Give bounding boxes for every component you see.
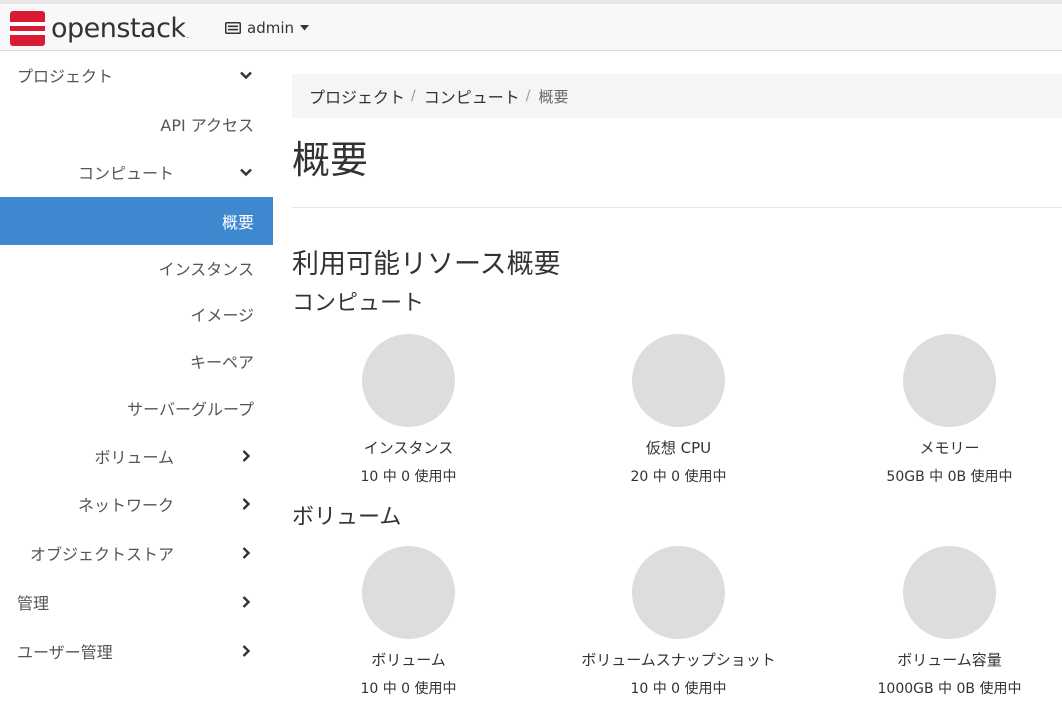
sidebar-item-compute[interactable]: コンピュート	[0, 148, 273, 196]
brand-name: openstack	[51, 12, 186, 44]
group-title-volume: ボリューム	[292, 505, 402, 530]
breadcrumb-separator: /	[525, 88, 531, 104]
chart-label: ボリューム容量	[897, 651, 1002, 669]
openstack-logo-icon	[10, 10, 45, 46]
chart-label: 仮想 CPU	[645, 439, 712, 457]
breadcrumb-item-project[interactable]: プロジェクト	[309, 84, 405, 108]
chevron-right-icon	[242, 645, 251, 657]
pie-chart-volume-snapshots	[632, 546, 725, 639]
chevron-right-icon	[242, 547, 251, 559]
sidebar-item-label: キーペア	[189, 353, 254, 372]
pie-chart-instances	[362, 334, 455, 427]
pie-chart-memory	[903, 334, 996, 427]
openstack-brand[interactable]: openstack .	[10, 10, 189, 46]
sidebar-item-label: プロジェクト	[17, 67, 114, 86]
sidebar-item-label: コンピュート	[77, 164, 174, 183]
pie-chart-volumes	[362, 546, 455, 639]
chevron-right-icon	[242, 498, 251, 510]
chart-volume-snapshots: ボリュームスナップショット 10 中 0 使用中	[562, 546, 802, 706]
sidebar-item-label: API アクセス	[160, 116, 254, 135]
group-title-compute: コンピュート	[292, 291, 425, 316]
chart-label: ボリュームスナップショット	[581, 651, 776, 669]
chevron-right-icon	[242, 450, 251, 462]
sidebar-item-network[interactable]: ネットワーク	[0, 480, 273, 528]
pie-chart-volume-storage	[903, 546, 996, 639]
chart-instances: インスタンス 10 中 0 使用中	[292, 334, 532, 494]
sidebar-item-label: イメージ	[190, 306, 254, 325]
breadcrumb-separator: /	[411, 88, 416, 104]
chart-usage: 10 中 0 使用中	[360, 681, 457, 697]
sidebar-item-label: 管理	[17, 594, 50, 613]
chart-label: インスタンス	[363, 439, 454, 457]
sidebar-item-volumes[interactable]: ボリューム	[0, 432, 273, 480]
sidebar-item-object-store[interactable]: オブジェクトストア	[0, 529, 273, 577]
sidebar-item-key-pairs[interactable]: キーペア	[0, 337, 273, 385]
chart-memory: メモリー 50GB 中 0B 使用中	[833, 334, 1062, 494]
brand-mark: .	[186, 32, 189, 40]
chart-usage: 10 中 0 使用中	[630, 681, 727, 697]
chart-vcpus: 仮想 CPU 20 中 0 使用中	[562, 334, 802, 494]
sidebar-item-identity[interactable]: ユーザー管理	[0, 627, 273, 675]
pie-chart-vcpus	[632, 334, 725, 427]
project-selector-dropdown[interactable]: admin	[225, 14, 309, 42]
sidebar-item-admin[interactable]: 管理	[0, 578, 273, 626]
chart-usage: 50GB 中 0B 使用中	[886, 469, 1013, 485]
sidebar-item-overview[interactable]: 概要	[0, 197, 273, 245]
sidebar-item-instances[interactable]: インスタンス	[0, 244, 273, 292]
sidebar-item-label: ユーザー管理	[17, 643, 113, 662]
sidebar-item-label: 概要	[221, 213, 254, 232]
breadcrumb-item-overview: 概要	[538, 87, 569, 106]
chart-volume-storage: ボリューム容量 1000GB 中 0B 使用中	[833, 546, 1062, 706]
sidebar-item-label: インスタンス	[158, 260, 254, 279]
sidebar-item-server-groups[interactable]: サーバーグループ	[0, 384, 273, 432]
chart-label: メモリー	[919, 439, 980, 457]
main-content: プロジェクト / コンピュート / 概要 概要 利用可能リソース概要 コンピュー…	[292, 51, 1062, 715]
chart-usage: 1000GB 中 0B 使用中	[877, 681, 1022, 697]
chevron-down-icon	[240, 168, 252, 177]
breadcrumb-item-compute[interactable]: コンピュート	[424, 84, 520, 108]
sidebar-item-images[interactable]: イメージ	[0, 290, 273, 338]
chart-usage: 20 中 0 使用中	[630, 469, 727, 485]
project-server-icon	[225, 22, 241, 34]
sidebar-item-api-access[interactable]: API アクセス	[0, 100, 273, 148]
chart-usage: 10 中 0 使用中	[360, 469, 457, 485]
chart-volumes: ボリューム 10 中 0 使用中	[292, 546, 532, 706]
caret-down-icon	[300, 25, 309, 31]
project-name: admin	[247, 19, 294, 37]
title-divider	[292, 207, 1062, 208]
page-title: 概要	[292, 138, 369, 182]
sidebar-nav: プロジェクト API アクセス コンピュート 概要 インスタンス イメージ キー…	[0, 51, 273, 715]
sidebar-item-project[interactable]: プロジェクト	[0, 51, 273, 99]
sidebar-item-label: ボリューム	[94, 448, 174, 467]
chart-label: ボリューム	[371, 651, 446, 669]
sidebar-item-label: ネットワーク	[77, 496, 174, 515]
sidebar-item-label: オブジェクトストア	[29, 545, 174, 564]
section-title: 利用可能リソース概要	[292, 249, 561, 280]
breadcrumb: プロジェクト / コンピュート / 概要	[292, 74, 1062, 118]
sidebar-item-label: サーバーグループ	[127, 400, 254, 419]
chevron-right-icon	[242, 596, 251, 608]
top-navbar: openstack . admin	[0, 0, 1062, 51]
chevron-down-icon	[240, 71, 252, 80]
